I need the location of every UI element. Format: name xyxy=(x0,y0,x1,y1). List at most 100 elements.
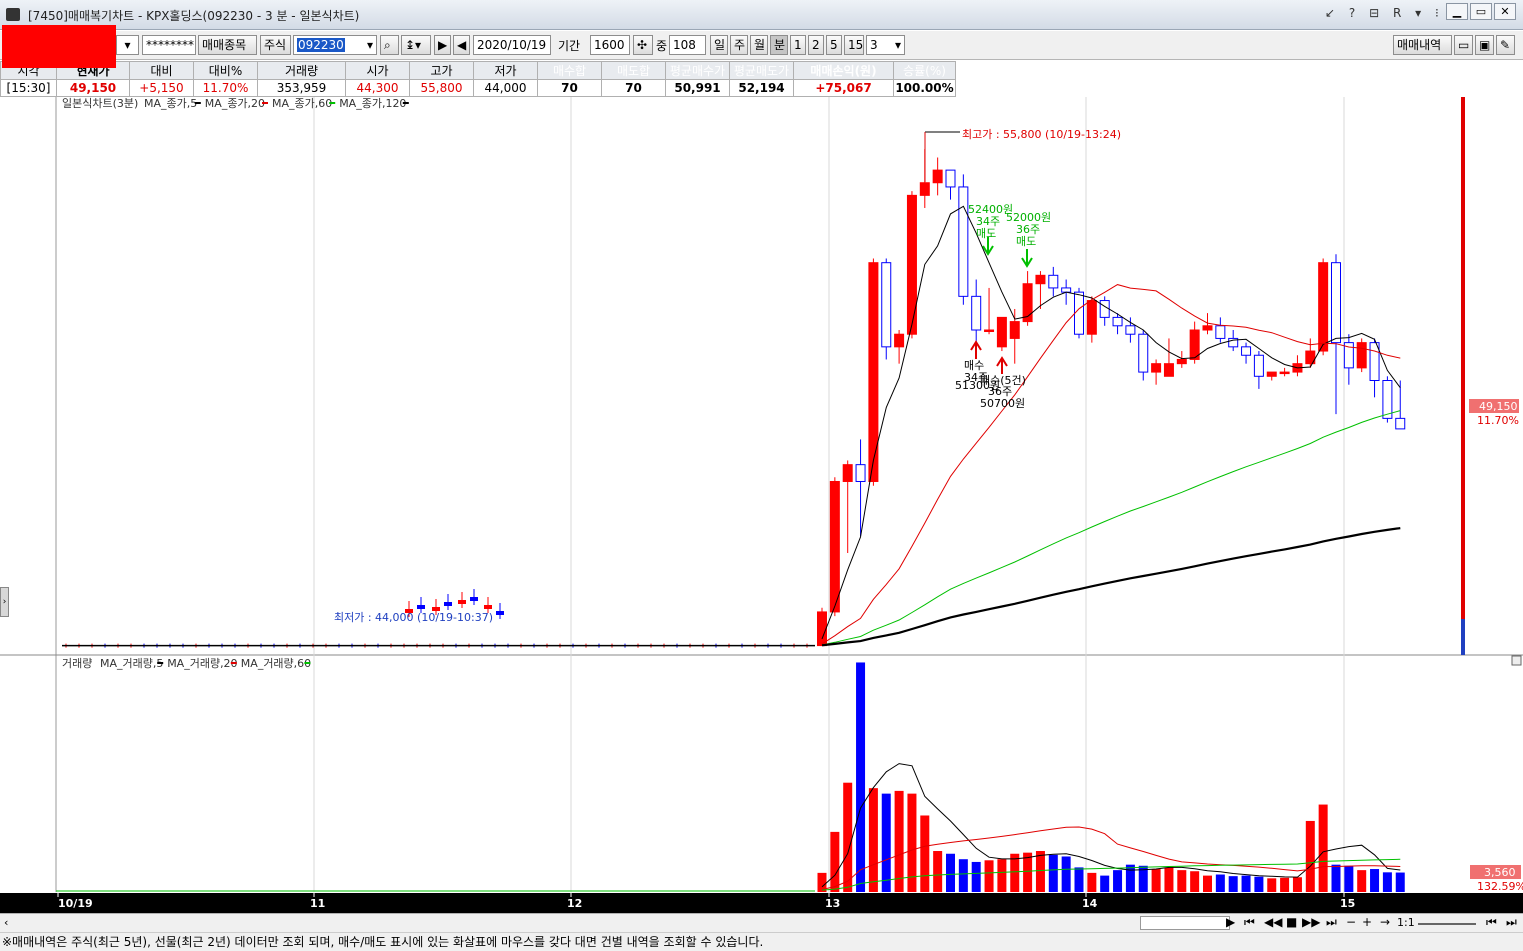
x-tick-label: 14 xyxy=(1082,897,1098,910)
volume-bar xyxy=(1332,865,1341,892)
volume-bar xyxy=(1254,877,1263,892)
volume-bar xyxy=(1164,867,1173,892)
minute-option-1[interactable]: 1 xyxy=(790,35,806,55)
menu-icon[interactable]: ⁝ xyxy=(1435,6,1444,20)
value-sell-total: 70 xyxy=(602,80,666,97)
volume-bar xyxy=(1049,855,1058,892)
period-input[interactable]: 1600 xyxy=(590,35,630,55)
volume-bar xyxy=(1087,873,1096,892)
right-price-range-bar-low xyxy=(1461,619,1465,655)
zoom-reset-icon[interactable]: → xyxy=(1380,915,1390,929)
volume-bar xyxy=(1383,872,1392,892)
timeframe-day[interactable]: 일 xyxy=(710,35,728,55)
value-low: 44,000 xyxy=(474,80,538,97)
volume-bar xyxy=(1293,877,1302,892)
pin-icon[interactable]: ↙ xyxy=(1325,6,1340,20)
date-input[interactable]: 2020/10/19▾ xyxy=(473,35,551,55)
candle-body xyxy=(1383,381,1392,419)
zoom-out-icon[interactable]: − xyxy=(1346,915,1356,929)
volume-bar xyxy=(997,859,1006,892)
volume-bar xyxy=(933,851,942,892)
stock-code-input[interactable]: 092230 ▾ xyxy=(293,35,377,55)
trade-history-button[interactable]: 매매내역 xyxy=(1393,35,1452,55)
candle-body xyxy=(959,187,968,296)
volume-bar xyxy=(1396,873,1405,892)
x-tick-label: 10/19 xyxy=(58,897,93,910)
first-icon[interactable]: ⏮ xyxy=(1244,915,1255,930)
candle-body xyxy=(1254,355,1263,376)
password-field[interactable]: ******** xyxy=(142,35,196,55)
settings-icon[interactable]: ✎ xyxy=(1496,35,1515,55)
volume-bar xyxy=(1319,805,1328,892)
volume-bar xyxy=(1010,854,1019,892)
candle-body xyxy=(1216,326,1225,339)
current-price-pct: 11.70% xyxy=(1477,414,1519,427)
price-legend-ma: MA_종가,5 xyxy=(144,97,197,110)
save-icon[interactable]: ▣ xyxy=(1475,35,1494,55)
minute-select[interactable]: 3 ▾ xyxy=(866,35,905,55)
dropdown-icon[interactable]: ▾ xyxy=(1415,6,1426,20)
price-legend-ma: MA_종가,120 xyxy=(339,97,406,110)
header-pnl: 매매손익(원) xyxy=(794,62,894,80)
zoom-slider[interactable] xyxy=(1418,923,1476,925)
sort-icon[interactable]: ↨▾ xyxy=(401,35,431,55)
candle-body xyxy=(1177,359,1186,363)
value-avg-buy: 50,991 xyxy=(666,80,730,97)
timeframe-week[interactable]: 주 xyxy=(730,35,748,55)
chart-area[interactable]: 10/19 11 12 13 14 15 일본식차트(3분) MA_종가,5 MA_종가,20 M… xyxy=(0,97,1523,913)
layout-icon[interactable]: ⊟ xyxy=(1369,6,1384,20)
header-volume: 거래량 xyxy=(258,62,346,80)
refresh-icon[interactable]: R xyxy=(1393,6,1406,20)
price-legend-swatch xyxy=(195,102,201,104)
maximize-button[interactable]: ▭ xyxy=(1470,3,1492,20)
minimize-button[interactable]: ▁ xyxy=(1446,3,1468,20)
minute-option-5[interactable]: 5 xyxy=(826,35,842,55)
volume-bar xyxy=(882,794,891,892)
candle-body xyxy=(1075,292,1084,334)
crosshair-icon[interactable]: ✣ xyxy=(633,35,653,55)
stop-icon[interactable]: ■ xyxy=(1286,915,1297,929)
trade-stock-button[interactable]: 매매종목 xyxy=(198,35,257,55)
volume-bar xyxy=(920,815,929,892)
title-tools[interactable]: ↙ ? ⊟ R ▾ ⁝ xyxy=(1325,6,1444,20)
timeframe-minute[interactable]: 분 xyxy=(770,35,788,55)
low-annotation: 최저가 : 44,000 (10/19-10:37) xyxy=(334,611,493,624)
header-sell-total: 매도합 xyxy=(602,62,666,80)
rewind-icon[interactable]: ◀◀ xyxy=(1264,915,1282,929)
price-legend-swatch xyxy=(262,102,268,104)
forward-icon[interactable]: ▶▶ xyxy=(1302,915,1320,929)
minute-option-2[interactable]: 2 xyxy=(808,35,824,55)
side-panel-toggle[interactable]: › xyxy=(0,587,9,617)
candle-body xyxy=(1126,326,1135,334)
account-dropdown[interactable]: ▾ xyxy=(116,35,139,55)
next-icon[interactable]: ▶ xyxy=(434,35,451,55)
scrollbar[interactable] xyxy=(1140,916,1230,930)
value-high: 55,800 xyxy=(410,80,474,97)
candle-body xyxy=(895,334,904,347)
help-icon[interactable]: ? xyxy=(1349,6,1360,20)
header-buy-total: 매수합 xyxy=(538,62,602,80)
panel-right-icon[interactable]: ⏭ xyxy=(1506,915,1517,930)
scroll-right-icon[interactable]: ▶ xyxy=(1226,915,1235,929)
last-icon[interactable]: ⏭ xyxy=(1326,915,1337,930)
candle-body xyxy=(1062,288,1071,292)
volume-bar xyxy=(1126,865,1135,892)
timeframe-month[interactable]: 월 xyxy=(750,35,768,55)
price-legend-ma: MA_종가,60 xyxy=(272,97,332,110)
mid-input[interactable]: 108 xyxy=(669,35,706,55)
volume-bar xyxy=(843,783,852,892)
chart-svg[interactable]: 10/19 11 12 13 14 15 일본식차트(3분) MA_종가,5 MA_종가,20 M… xyxy=(0,97,1523,913)
scroll-left-icon[interactable]: ‹ xyxy=(4,916,8,929)
high-annotation: 최고가 : 55,800 (10/19-13:24) xyxy=(962,128,1121,141)
panel-left-icon[interactable]: ⏮ xyxy=(1486,915,1497,930)
market-type-button[interactable]: 주식 xyxy=(260,35,291,55)
minute-option-15[interactable]: 15 xyxy=(844,35,864,55)
zoom-in-icon[interactable]: + xyxy=(1362,915,1372,929)
header-high: 고가 xyxy=(410,62,474,80)
mid-label: 중 xyxy=(656,37,667,54)
close-button[interactable]: ✕ xyxy=(1494,3,1516,20)
search-icon[interactable]: ⌕ xyxy=(380,35,399,55)
prev-icon[interactable]: ◀ xyxy=(453,35,470,55)
header-change-pct: 대비% xyxy=(194,62,258,80)
folder-icon[interactable]: ▭ xyxy=(1454,35,1473,55)
